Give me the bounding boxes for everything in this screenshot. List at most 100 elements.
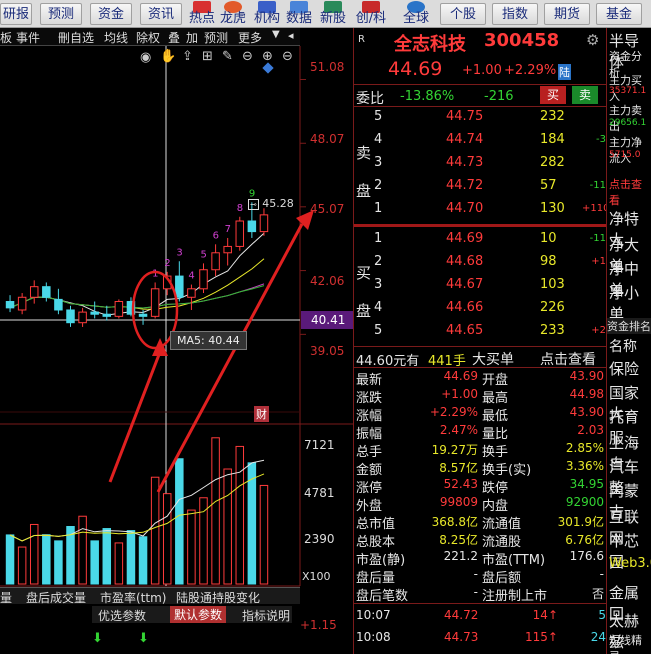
stat-label: 外盘 [356, 499, 383, 514]
tab-after-hours-volume[interactable]: 盘后成交量 [26, 589, 86, 606]
data-button[interactable]: 数据 [285, 0, 313, 28]
big-order-view-link[interactable]: 点击查看 [540, 349, 596, 369]
ranking-item-9[interactable]: Web3.0 [609, 556, 651, 571]
volume-bar [187, 509, 196, 585]
wrench-icon[interactable]: ✎ [222, 49, 233, 64]
candle-body [138, 313, 148, 317]
ask-volume: 57 [540, 178, 557, 193]
kline-svg[interactable]: 123456789 [0, 46, 353, 654]
back-icon[interactable]: ⊖ [242, 49, 253, 64]
stat-value: 3.36% [565, 459, 604, 473]
parameter-tabs: 优选参数 默认参数 指标说明 [92, 606, 292, 623]
ex-rights-button[interactable]: 除权 [136, 29, 160, 46]
divider [354, 346, 607, 347]
sell-button[interactable]: 卖 [572, 86, 598, 104]
toolbar-research-button[interactable]: 研报 [0, 3, 32, 25]
short-term-genie-label[interactable]: 短线精灵 [609, 632, 651, 654]
chevron-down-icon[interactable]: ▼ [272, 29, 280, 40]
volume-bar [175, 458, 184, 585]
click-to-view-link[interactable]: 点击查看 [609, 176, 651, 208]
tick-price: 44.73 [444, 630, 479, 644]
price-tick-4: 42.06 [310, 274, 345, 288]
ranking-item-1[interactable]: 保险 [609, 358, 639, 379]
candle-body [199, 269, 208, 290]
chart-tab-events[interactable]: 事件 [16, 29, 40, 46]
ask-price: 44.73 [446, 155, 484, 170]
institution-button[interactable]: 机构 [253, 0, 281, 28]
toolbar-index-button[interactable]: 指数 [492, 3, 538, 25]
pattern-icon[interactable]: ⊞ [202, 49, 213, 64]
annotation-arrow-1 [108, 351, 162, 483]
toolbar-capital-button[interactable]: 资金 [90, 3, 132, 25]
ipo-label: 新股 [319, 11, 346, 26]
current-price-tag: 40.41 [301, 311, 353, 329]
moving-averages [9, 232, 265, 316]
stat-label: 内盘 [482, 499, 509, 514]
hot-topics-button[interactable]: 热点 [188, 0, 216, 28]
chart-tab-board[interactable]: 板 [0, 29, 12, 46]
toolbar-forecast-button[interactable]: 预测 [40, 3, 82, 25]
tick-volume: 115↑ [525, 630, 558, 644]
add-button[interactable]: 加 [186, 29, 198, 46]
share-icon[interactable]: ⇪ [182, 49, 193, 64]
scroll-right-icon[interactable]: ◂ [288, 29, 294, 42]
bid-price: 44.69 [446, 231, 484, 246]
tick-volume: 14↑ [532, 608, 558, 622]
volume-bar [17, 546, 27, 585]
tab-pe-ttm[interactable]: 市盈率(ttm) [100, 589, 166, 606]
toolbar-futures-button[interactable]: 期货 [544, 3, 590, 25]
forecast-tab[interactable]: 预测 [204, 29, 228, 46]
commission-ratio-label: 委比 [356, 91, 384, 107]
global-button[interactable]: 全球 [398, 0, 434, 28]
tab-default-params[interactable]: 默认参数 [170, 606, 227, 623]
ask-level-3: 3 [374, 155, 383, 170]
capital-ranking-header[interactable]: 资金排名 [607, 318, 651, 334]
tab-volume[interactable]: 量 [0, 589, 12, 606]
hand-icon[interactable]: ✋ [160, 49, 176, 64]
tab-preferred-params[interactable]: 优选参数 [98, 607, 146, 624]
delete-watchlist-button[interactable]: 刪自选 [58, 29, 94, 46]
price-tick-2: 48.07 [310, 132, 345, 146]
toolbar-fund-button[interactable]: 基金 [596, 3, 642, 25]
stat-value: 否 [591, 587, 604, 601]
bid-level-5: 5 [374, 323, 383, 338]
tab-indicator-help[interactable]: 指标说明 [242, 607, 290, 624]
moving-average-button[interactable]: 均线 [104, 29, 128, 46]
ask-change: -3 [596, 134, 606, 145]
ask-volume: 282 [540, 155, 565, 170]
stat-label: 盘后笔数 [356, 589, 409, 604]
ask-volume: 130 [540, 201, 565, 216]
stat-value: 2.47% [439, 423, 478, 437]
ipo-button[interactable]: 新股 [318, 0, 348, 28]
divider [354, 84, 607, 85]
toolbar-news-button[interactable]: 资讯 [140, 3, 182, 25]
tick-price: 44.72 [444, 608, 479, 622]
more-button[interactable]: 更多 [238, 29, 262, 46]
buy-button[interactable]: 买 [540, 86, 566, 104]
td-count-label: 8 [237, 203, 243, 214]
finance-event-marker[interactable]: 财 [254, 406, 269, 422]
dragon-tiger-button[interactable]: 龙虎 [219, 0, 247, 28]
candle-body [211, 252, 220, 271]
kline-chart[interactable]: 123456789 ◉ ✋ ⇪ ⊞ ✎ ⊖ ⊕ ⊖ 51.08 48.07 45… [0, 46, 353, 654]
zoom-out-icon[interactable]: ⊖ [282, 49, 293, 64]
volume-bar [5, 534, 15, 585]
stat-value: +1.00 [441, 387, 478, 401]
toolbar-stock-button[interactable]: 个股 [440, 3, 486, 25]
buy-signal-arrow-1: ⬇ [92, 631, 103, 646]
settings-gear-icon[interactable]: ⚙ [586, 31, 599, 49]
stat-label: 总手 [356, 445, 383, 460]
overlay-button[interactable]: 叠 [168, 29, 180, 46]
td-count-label: 1 [152, 268, 158, 279]
stat-label: 市盈(TTM) [482, 553, 546, 568]
ask-level-1: 1 [374, 201, 383, 216]
candle-body [29, 286, 39, 298]
eye-icon[interactable]: ◉ [140, 50, 151, 65]
stat-value: 43.90 [569, 405, 604, 419]
volume-bar [78, 515, 87, 585]
stat-value: - [473, 567, 478, 581]
volume-bar [211, 437, 220, 585]
tab-northbound-holdings[interactable]: 陆股通持股变化 [176, 589, 260, 606]
star-market-button[interactable]: 创/科 [353, 0, 389, 28]
candle-body [150, 288, 160, 317]
